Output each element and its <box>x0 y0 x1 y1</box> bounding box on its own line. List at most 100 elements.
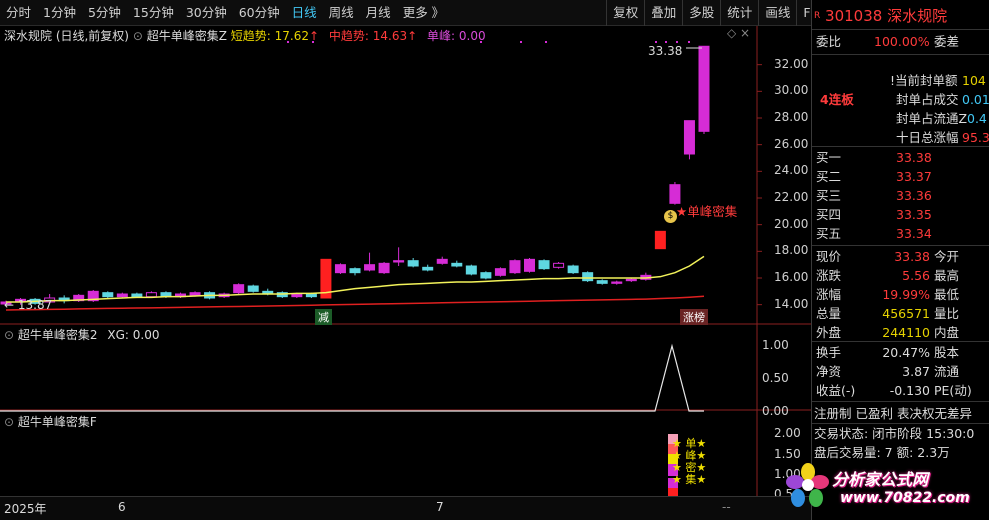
seal-amount-row: !当前封单额 104 <box>890 73 986 88</box>
period-tab[interactable]: 更多 》 <box>397 0 450 26</box>
y-tick-label: 0.00 <box>762 404 789 418</box>
candle-body <box>451 262 463 267</box>
time-label-year: 2025年 <box>4 502 47 516</box>
stock-name: 深水规院 <box>887 7 948 25</box>
period-tab[interactable]: 1分钟 <box>37 0 82 26</box>
candle-body <box>698 45 710 132</box>
indicator-name[interactable]: 超牛单峰密集Z <box>147 29 227 43</box>
ten-day-row: 十日总涨幅 95.3 <box>896 130 989 145</box>
peak-dot <box>676 41 678 43</box>
candle-body <box>654 230 666 250</box>
stock-tags: 注册制 已盈利 表决权无差异 <box>814 406 972 421</box>
candle-body <box>131 293 143 298</box>
stat-row: 现价 33.38 今开 <box>816 249 960 264</box>
y-tick-label: 18.00 <box>774 243 809 258</box>
mid-trend-label: 中趋势: <box>328 29 369 43</box>
panel3-indicator[interactable]: 超牛单峰密集F <box>18 415 97 429</box>
candle-body <box>524 258 535 272</box>
xg-value: 0.00 <box>132 328 160 342</box>
tag-zhangbang: 涨榜 <box>680 309 708 325</box>
period-tab[interactable]: 日线 <box>286 0 323 26</box>
peak-dot <box>655 41 657 43</box>
money-bag-icon: $ <box>664 210 677 223</box>
bid-row: 买四 33.35 <box>816 207 932 222</box>
panel2-indicator[interactable]: 超牛单峰密集2 <box>18 328 98 342</box>
y-tick-label: 26.00 <box>774 136 809 151</box>
period-tab[interactable]: 月线 <box>360 0 397 26</box>
short-trend-label: 短趋势: <box>230 29 271 43</box>
low-price-mark: ← 13.87 <box>4 298 53 312</box>
time-axis-corner[interactable]: -- <box>722 500 731 514</box>
candle-body <box>189 292 201 296</box>
candle-body <box>683 120 695 155</box>
candle-body <box>102 292 114 298</box>
bid-row: 买二 33.37 <box>816 169 932 184</box>
candle-body <box>247 285 259 292</box>
stat-row: 总量 456571 量比 <box>816 306 960 321</box>
period-tab[interactable]: 周线 <box>323 0 360 26</box>
panel-controls-icon[interactable]: ◇ × <box>727 26 750 40</box>
candle-body <box>596 280 608 284</box>
streak-label: 4连板 <box>820 92 854 107</box>
panel2-header: ⊙ 超牛单峰密集2 XG: 0.00 <box>4 328 160 342</box>
y-tick-label: 22.00 <box>774 190 809 204</box>
candle-body <box>145 292 157 298</box>
xg-label: XG: <box>107 328 129 342</box>
trade-status: 交易状态: 闭市阶段 15:30:0 <box>814 426 975 441</box>
tool-button[interactable]: 复权 <box>606 0 644 26</box>
period-tabs: 分时 1分钟 5分钟 15分钟 30分钟 60分钟 日线 周线 月线 更多 》 <box>0 0 450 26</box>
candle-body <box>480 272 492 279</box>
candle-body <box>349 268 361 274</box>
candle-body <box>393 260 405 263</box>
y-tick-label: 24.00 <box>774 163 809 178</box>
y-tick-label: 1.00 <box>762 338 789 352</box>
stat-row: 净资 3.87 流通 <box>816 364 960 379</box>
candle-body <box>407 260 419 267</box>
tool-button[interactable]: 多股 <box>682 0 720 26</box>
bid-row: 买一 33.38 <box>816 150 932 165</box>
stat-row: 外盘 244110 内盘 <box>816 325 960 340</box>
time-axis: 2025年 6 7 -- <box>0 496 811 520</box>
y-tick-label: 16.00 <box>774 270 809 284</box>
y-tick-label: 1.50 <box>774 447 801 461</box>
watermark-logo: 分析家公式网 www.70822.com <box>786 460 986 516</box>
tool-button[interactable]: 叠加 <box>644 0 682 26</box>
kline-chart[interactable] <box>0 26 811 500</box>
peak-label: 单峰: <box>427 29 456 43</box>
signal-char: ★ 集★ <box>672 473 707 486</box>
stat-row: 换手 20.47% 股本 <box>816 345 960 360</box>
candle-body <box>364 264 376 271</box>
stock-code: 301038 <box>825 7 883 25</box>
stat-row: 涨幅 19.99% 最低 <box>816 287 960 302</box>
rongquan-badge: R <box>814 11 821 21</box>
candle-body <box>291 293 303 298</box>
period-tab[interactable]: 分时 <box>0 0 37 26</box>
y-tick-label: 2.00 <box>774 426 801 440</box>
period-tab[interactable]: 15分钟 <box>127 0 180 26</box>
candle-body <box>553 262 565 268</box>
candle-body <box>625 278 637 282</box>
period-tab[interactable]: 30分钟 <box>180 0 233 26</box>
y-tick-label: 28.00 <box>774 110 809 124</box>
period-tab[interactable]: 60分钟 <box>233 0 286 26</box>
tool-button[interactable]: 统计 <box>720 0 758 26</box>
peak-value: 0.00 <box>458 29 486 43</box>
peak-dot <box>520 41 522 43</box>
candle-body <box>378 262 390 274</box>
mid-trend-value: 14.63 <box>372 29 408 43</box>
brand-url: www.70822.com <box>840 490 970 506</box>
single-peak-annotation: ★单峰密集 <box>676 204 738 219</box>
period-tab[interactable]: 5分钟 <box>82 0 127 26</box>
stock-heading: R 301038 深水规院 <box>812 5 989 27</box>
flower-logo-icon <box>786 463 829 507</box>
candle-body <box>233 284 245 294</box>
tool-button[interactable]: 画线 <box>758 0 796 26</box>
y-tick-label: 0.50 <box>762 371 789 385</box>
weibi-row: 委比 100.00% 委差 <box>816 34 960 49</box>
peak-dot <box>545 41 547 43</box>
stat-row: 收益(-) -0.130 PE(动) <box>816 383 972 398</box>
candle-body <box>305 293 317 298</box>
y-tick-label: 14.00 <box>774 296 809 311</box>
y-tick-label: 30.00 <box>774 83 809 98</box>
bid-row: 买五 33.34 <box>816 226 932 241</box>
